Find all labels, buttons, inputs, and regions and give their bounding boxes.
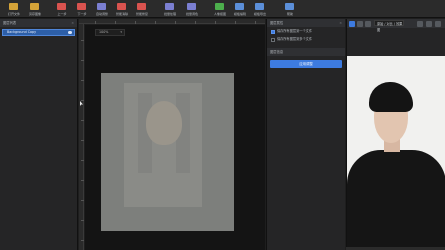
portrait-face [146, 101, 182, 145]
layers-panel-header: 图层列表 × [0, 19, 77, 27]
erase-icon [117, 3, 126, 10]
template-edit-button[interactable]: 模板编辑 [230, 2, 250, 17]
auto-adjust-button[interactable]: 自动调整 [92, 2, 112, 17]
layer-item[interactable]: Background Copy [2, 29, 75, 36]
cutout-icon [215, 3, 224, 10]
apply-button[interactable]: 应用调整 [270, 60, 342, 68]
properties-title: 图层属性 [270, 21, 284, 25]
save-icon [30, 3, 39, 10]
result-view-icon[interactable] [365, 21, 371, 27]
split-view-icon[interactable] [357, 21, 363, 27]
save-single-file-option[interactable]: 保存所有图层到一个文件 [270, 28, 342, 35]
visibility-icon[interactable] [68, 31, 72, 34]
smart-repair-button[interactable]: 智能修复 [132, 2, 152, 17]
original-view-icon[interactable] [349, 21, 355, 27]
save-multiple-files-option[interactable]: 保存所有图层到多个文件 [270, 36, 342, 43]
color-icon [187, 3, 196, 10]
layer-info-title: 图层信息 [270, 50, 284, 54]
zoom-out-icon[interactable] [426, 21, 432, 27]
checkbox-checked[interactable] [271, 30, 275, 34]
export-icon [255, 3, 264, 10]
close-icon[interactable]: × [339, 19, 342, 27]
smart-erase-button[interactable]: 智能消除 [112, 2, 132, 17]
portrait-hair [369, 82, 413, 112]
portrait-cutout-button[interactable]: 人像抠图 [210, 2, 230, 17]
adjust-icon [97, 3, 106, 10]
editing-canvas[interactable]: 100% ▾ [85, 25, 265, 250]
checkbox-unchecked[interactable] [271, 38, 275, 42]
template-export-button[interactable]: 模板导出 [250, 2, 270, 17]
portrait-preview [347, 56, 445, 250]
preview-panel: 原始 / 对比 / 效果图 [346, 19, 445, 250]
redo-button[interactable]: 下一步 [72, 2, 92, 17]
undo-button[interactable]: 上一步 [52, 2, 72, 17]
preview-mode-select[interactable]: 原始 / 对比 / 效果图 [374, 20, 404, 32]
help-button[interactable]: 帮助 [280, 2, 300, 17]
repair-icon [137, 3, 146, 10]
batch-icon [165, 3, 174, 10]
redo-icon [77, 3, 86, 10]
batch-process-button[interactable]: 批量处理 [160, 2, 180, 17]
zoom-value: 100% [99, 30, 109, 34]
option-label: 保存所有图层到多个文件 [277, 37, 313, 41]
main-toolbar: 打开文件 另存图像 上一步 下一步 自动调整 智能消除 智能修复 批量处理 批量… [0, 0, 445, 18]
layer-item-label: Background Copy [7, 30, 37, 34]
zoom-in-icon[interactable] [417, 21, 423, 27]
undo-icon [57, 3, 66, 10]
open-file-button[interactable]: 打开文件 [4, 2, 24, 17]
batch-color-button[interactable]: 批量调色 [182, 2, 202, 17]
fit-icon[interactable] [435, 21, 441, 27]
vertical-ruler [79, 24, 84, 250]
chevron-down-icon: ▾ [120, 30, 122, 34]
option-label: 保存所有图层到一个文件 [277, 29, 313, 33]
zoom-select[interactable]: 100% ▾ [95, 29, 125, 36]
folder-icon [9, 3, 18, 10]
template-icon [235, 3, 244, 10]
horizontal-ruler [79, 19, 265, 24]
portrait-shirt [347, 150, 445, 250]
portrait-layer [124, 83, 202, 207]
properties-panel-header: 图层属性 × [267, 19, 345, 27]
properties-panel: 图层属性 × 保存所有图层到一个文件 保存所有图层到多个文件 图层信息 应用调整 [266, 19, 345, 250]
layer-info-header: 图层信息 [267, 48, 345, 56]
preview-toolbar: 原始 / 对比 / 效果图 [347, 19, 445, 32]
canvas-document[interactable] [101, 73, 234, 231]
layers-panel: 图层列表 × Background Copy [0, 19, 78, 250]
layers-panel-title: 图层列表 [3, 21, 17, 25]
save-image-button[interactable]: 另存图像 [25, 2, 45, 17]
close-icon[interactable]: × [71, 19, 74, 27]
help-icon [285, 3, 294, 10]
